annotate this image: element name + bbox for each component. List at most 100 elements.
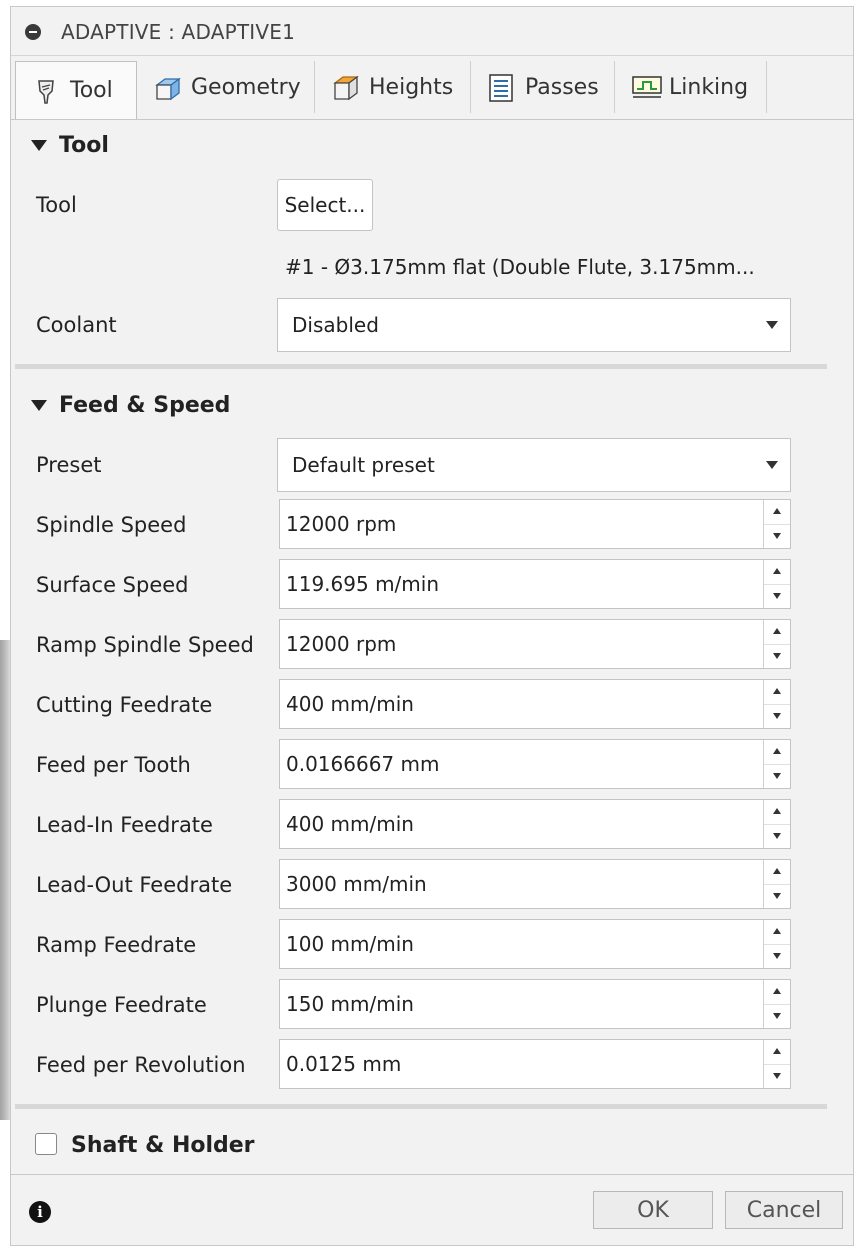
- numeric-spinner[interactable]: 12000 rpm: [279, 619, 791, 669]
- spinner-buttons: [763, 1040, 790, 1088]
- preset-dropdown[interactable]: Default preset: [277, 438, 791, 492]
- increment-arrow-icon[interactable]: [764, 1040, 790, 1065]
- spinner-buttons: [763, 800, 790, 848]
- spinner-value[interactable]: 12000 rpm: [286, 632, 396, 656]
- field-label: Surface Speed: [36, 573, 189, 597]
- increment-arrow-icon[interactable]: [764, 680, 790, 705]
- tool-section-header[interactable]: Tool: [31, 133, 109, 158]
- title-bar: ADAPTIVE : ADAPTIVE1: [11, 7, 853, 56]
- increment-arrow-icon[interactable]: [764, 500, 790, 525]
- field-label: Lead-In Feedrate: [36, 813, 213, 837]
- section-divider: [15, 364, 827, 369]
- preset-value: Default preset: [292, 453, 435, 477]
- decrement-arrow-icon[interactable]: [764, 524, 790, 548]
- dialog-footer: i OK Cancel: [11, 1174, 853, 1245]
- spinner-buttons: [763, 560, 790, 608]
- shaft-holder-checkbox[interactable]: [35, 1133, 57, 1155]
- dialog-title: ADAPTIVE : ADAPTIVE1: [61, 20, 295, 44]
- increment-arrow-icon[interactable]: [764, 740, 790, 765]
- increment-arrow-icon[interactable]: [764, 560, 790, 585]
- spinner-buttons: [763, 740, 790, 788]
- decrement-arrow-icon[interactable]: [764, 1004, 790, 1028]
- numeric-spinner[interactable]: 150 mm/min: [279, 979, 791, 1029]
- preset-label: Preset: [36, 453, 102, 477]
- cancel-button[interactable]: Cancel: [725, 1191, 843, 1229]
- tab-passes[interactable]: Passes: [471, 61, 615, 113]
- spinner-buttons: [763, 980, 790, 1028]
- decrement-arrow-icon[interactable]: [764, 884, 790, 908]
- heights-block-icon: [331, 73, 359, 101]
- tab-label: Linking: [669, 74, 749, 100]
- decrement-arrow-icon[interactable]: [764, 644, 790, 668]
- collapse-triangle-icon: [31, 140, 47, 151]
- tab-label: Tool: [70, 78, 113, 103]
- spinner-value[interactable]: 12000 rpm: [286, 512, 396, 536]
- section-title: Shaft & Holder: [71, 1133, 255, 1158]
- section-title: Tool: [59, 133, 109, 158]
- numeric-spinner[interactable]: 3000 mm/min: [279, 859, 791, 909]
- collapse-triangle-icon: [31, 400, 47, 411]
- increment-arrow-icon[interactable]: [764, 980, 790, 1005]
- section-divider: [15, 1104, 827, 1109]
- decrement-arrow-icon[interactable]: [764, 1064, 790, 1088]
- tab-linking[interactable]: Linking: [615, 61, 767, 113]
- chevron-down-icon: [766, 321, 778, 329]
- spinner-buttons: [763, 680, 790, 728]
- tab-geometry[interactable]: Geometry: [137, 61, 315, 113]
- ok-button[interactable]: OK: [593, 1191, 713, 1229]
- field-label: Lead-Out Feedrate: [36, 873, 233, 897]
- linking-icon: [631, 73, 662, 101]
- increment-arrow-icon[interactable]: [764, 620, 790, 645]
- tool-label: Tool: [36, 193, 77, 217]
- tab-heights[interactable]: Heights: [315, 61, 471, 113]
- numeric-spinner[interactable]: 12000 rpm: [279, 499, 791, 549]
- numeric-spinner[interactable]: 0.0166667 mm: [279, 739, 791, 789]
- shaft-holder-header[interactable]: Shaft & Holder: [71, 1133, 255, 1158]
- field-label: Ramp Feedrate: [36, 933, 197, 957]
- increment-arrow-icon[interactable]: [764, 800, 790, 825]
- decrement-arrow-icon[interactable]: [764, 944, 790, 968]
- select-tool-button[interactable]: Select...: [277, 179, 373, 231]
- spinner-buttons: [763, 860, 790, 908]
- geometry-cube-icon: [153, 73, 181, 101]
- info-icon[interactable]: i: [29, 1201, 51, 1223]
- spinner-buttons: [763, 620, 790, 668]
- spinner-value[interactable]: 119.695 m/min: [286, 572, 439, 596]
- coolant-value: Disabled: [292, 313, 379, 337]
- decrement-arrow-icon[interactable]: [764, 704, 790, 728]
- field-label: Ramp Spindle Speed: [36, 633, 254, 657]
- increment-arrow-icon[interactable]: [764, 920, 790, 945]
- spinner-value[interactable]: 400 mm/min: [286, 692, 414, 716]
- spinner-value[interactable]: 100 mm/min: [286, 932, 414, 956]
- field-label: Feed per Tooth: [36, 753, 191, 777]
- spinner-value[interactable]: 3000 mm/min: [286, 872, 427, 896]
- spinner-value[interactable]: 0.0166667 mm: [286, 752, 439, 776]
- numeric-spinner[interactable]: 119.695 m/min: [279, 559, 791, 609]
- tool-bit-icon: [32, 77, 60, 105]
- field-label: Feed per Revolution: [36, 1053, 246, 1077]
- tab-tool[interactable]: Tool: [15, 61, 137, 119]
- numeric-spinner[interactable]: 100 mm/min: [279, 919, 791, 969]
- decrement-arrow-icon[interactable]: [764, 824, 790, 848]
- decrement-arrow-icon[interactable]: [764, 584, 790, 608]
- numeric-spinner[interactable]: 400 mm/min: [279, 799, 791, 849]
- numeric-spinner[interactable]: 400 mm/min: [279, 679, 791, 729]
- coolant-dropdown[interactable]: Disabled: [277, 298, 791, 352]
- tab-bar: Tool Geometry Heights Passes Linking: [11, 57, 853, 120]
- tab-label: Heights: [369, 74, 454, 100]
- numeric-spinner[interactable]: 0.0125 mm: [279, 1039, 791, 1089]
- collapse-icon[interactable]: [25, 24, 41, 40]
- spinner-value[interactable]: 150 mm/min: [286, 992, 414, 1016]
- section-title: Feed & Speed: [59, 393, 231, 418]
- spinner-value[interactable]: 400 mm/min: [286, 812, 414, 836]
- tool-description: #1 - Ø3.175mm flat (Double Flute, 3.175m…: [285, 255, 755, 279]
- increment-arrow-icon[interactable]: [764, 860, 790, 885]
- chevron-down-icon: [766, 461, 778, 469]
- field-label: Spindle Speed: [36, 513, 187, 537]
- decrement-arrow-icon[interactable]: [764, 764, 790, 788]
- feed-speed-section-header[interactable]: Feed & Speed: [31, 393, 230, 418]
- spinner-buttons: [763, 920, 790, 968]
- coolant-label: Coolant: [36, 313, 117, 337]
- spinner-value[interactable]: 0.0125 mm: [286, 1052, 401, 1076]
- tab-label: Passes: [525, 74, 599, 100]
